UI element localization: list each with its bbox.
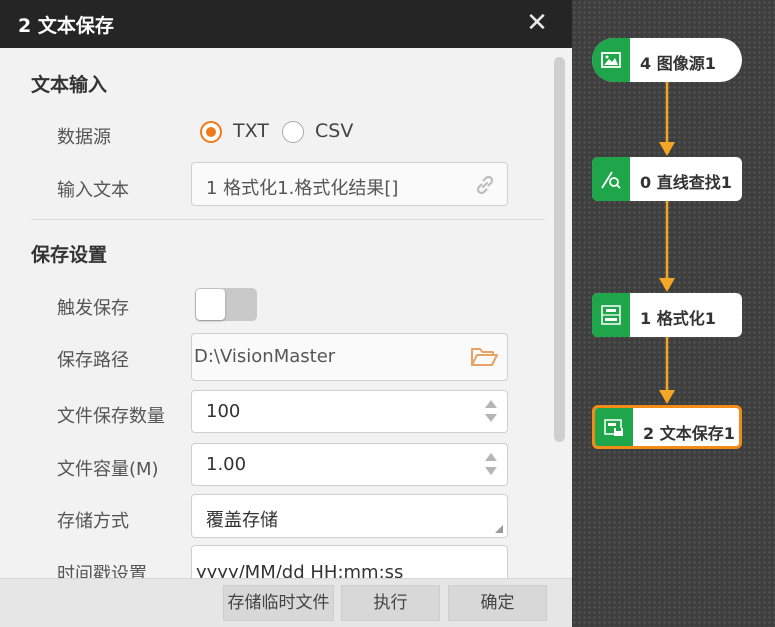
text-save-dialog: 2 文本保存 ✕ 文本输入 数据源 TXT CSV 输入文本 1 格式化1.格式… bbox=[0, 0, 572, 627]
vertical-scrollbar[interactable] bbox=[552, 55, 566, 575]
input-text-value: 1 格式化1.格式化结果[] bbox=[206, 178, 399, 199]
dialog-titlebar: 2 文本保存 ✕ bbox=[0, 0, 572, 48]
node-label: 4 图像源1 bbox=[640, 54, 716, 73]
radio-label-txt: TXT bbox=[233, 120, 269, 142]
node-label: 1 格式化1 bbox=[640, 309, 716, 328]
data-source-radio-txt[interactable]: TXT bbox=[200, 120, 280, 146]
save-path-field[interactable]: D:\VisionMaster bbox=[191, 333, 508, 381]
scrollbar-thumb[interactable] bbox=[554, 57, 565, 442]
close-icon[interactable]: ✕ bbox=[520, 6, 554, 40]
stepper-down-icon[interactable] bbox=[485, 467, 497, 475]
save-temp-file-button[interactable]: 存储临时文件 bbox=[223, 585, 334, 621]
section-title-save-settings: 保存设置 bbox=[31, 244, 108, 266]
stepper-down-icon[interactable] bbox=[485, 414, 497, 422]
flow-node-image-source[interactable]: 4 图像源1 bbox=[592, 38, 742, 82]
toggle-knob bbox=[196, 289, 225, 320]
flow-node-text-save[interactable]: 2 文本保存1 bbox=[592, 405, 742, 449]
line-find-icon bbox=[592, 157, 630, 201]
data-source-radio-csv[interactable]: CSV bbox=[282, 120, 362, 146]
text-save-icon bbox=[595, 408, 633, 446]
storage-mode-field[interactable]: 覆盖存储 bbox=[191, 494, 508, 538]
flow-canvas[interactable]: 4 图像源1 0 直线查找1 1 格式化1 2 文本保存1 bbox=[572, 0, 775, 627]
link-icon[interactable] bbox=[473, 173, 497, 197]
file-capacity-label: 文件容量(M) bbox=[57, 459, 159, 480]
arrowhead-icon bbox=[659, 278, 675, 292]
dialog-footer: 存储临时文件 执行 确定 bbox=[0, 578, 572, 627]
radio-unselected-icon bbox=[282, 121, 304, 143]
stepper-up-icon[interactable] bbox=[485, 453, 497, 461]
node-label: 0 直线查找1 bbox=[640, 173, 732, 192]
file-count-input[interactable]: 100 bbox=[191, 390, 508, 433]
node-label: 2 文本保存1 bbox=[643, 424, 735, 443]
arrowhead-icon bbox=[659, 390, 675, 404]
settings-form: 文本输入 数据源 TXT CSV 输入文本 1 格式化1.格式化结果[] 保存设… bbox=[0, 48, 550, 578]
format-icon bbox=[592, 293, 630, 337]
save-path-value: D:\VisionMaster bbox=[194, 346, 336, 367]
section-divider bbox=[31, 219, 545, 220]
storage-mode-value: 覆盖存储 bbox=[206, 510, 278, 531]
file-capacity-stepper[interactable] bbox=[485, 453, 497, 477]
radio-label-csv: CSV bbox=[315, 120, 354, 142]
trigger-save-label: 触发保存 bbox=[57, 298, 129, 319]
radio-selected-icon bbox=[200, 121, 222, 143]
input-text-label: 输入文本 bbox=[57, 180, 129, 201]
data-source-label: 数据源 bbox=[57, 127, 111, 148]
arrowhead-icon bbox=[659, 142, 675, 156]
execute-button[interactable]: 执行 bbox=[341, 585, 440, 621]
flow-node-format[interactable]: 1 格式化1 bbox=[592, 293, 742, 337]
save-path-label: 保存路径 bbox=[57, 350, 129, 371]
input-text-field[interactable]: 1 格式化1.格式化结果[] bbox=[191, 162, 508, 206]
dialog-title: 2 文本保存 bbox=[18, 15, 114, 37]
confirm-button[interactable]: 确定 bbox=[448, 585, 547, 621]
section-title-text-input: 文本输入 bbox=[31, 74, 108, 96]
file-capacity-input[interactable]: 1.00 bbox=[191, 443, 508, 486]
file-capacity-value: 1.00 bbox=[206, 454, 247, 475]
file-count-stepper[interactable] bbox=[485, 400, 497, 424]
storage-mode-label: 存储方式 bbox=[57, 511, 129, 532]
resize-grip-icon[interactable] bbox=[495, 525, 503, 533]
flow-node-line-find[interactable]: 0 直线查找1 bbox=[592, 157, 742, 201]
timestamp-label: 时间戳设置 bbox=[57, 564, 147, 578]
timestamp-field[interactable]: yyyy/MM/dd HH:mm:ss bbox=[191, 545, 508, 578]
folder-open-icon[interactable] bbox=[469, 344, 499, 370]
trigger-save-toggle[interactable] bbox=[195, 288, 257, 321]
image-icon bbox=[592, 38, 630, 82]
file-count-label: 文件保存数量 bbox=[57, 406, 165, 427]
stepper-up-icon[interactable] bbox=[485, 400, 497, 408]
timestamp-value: yyyy/MM/dd HH:mm:ss bbox=[196, 562, 404, 578]
file-count-value: 100 bbox=[206, 401, 241, 422]
